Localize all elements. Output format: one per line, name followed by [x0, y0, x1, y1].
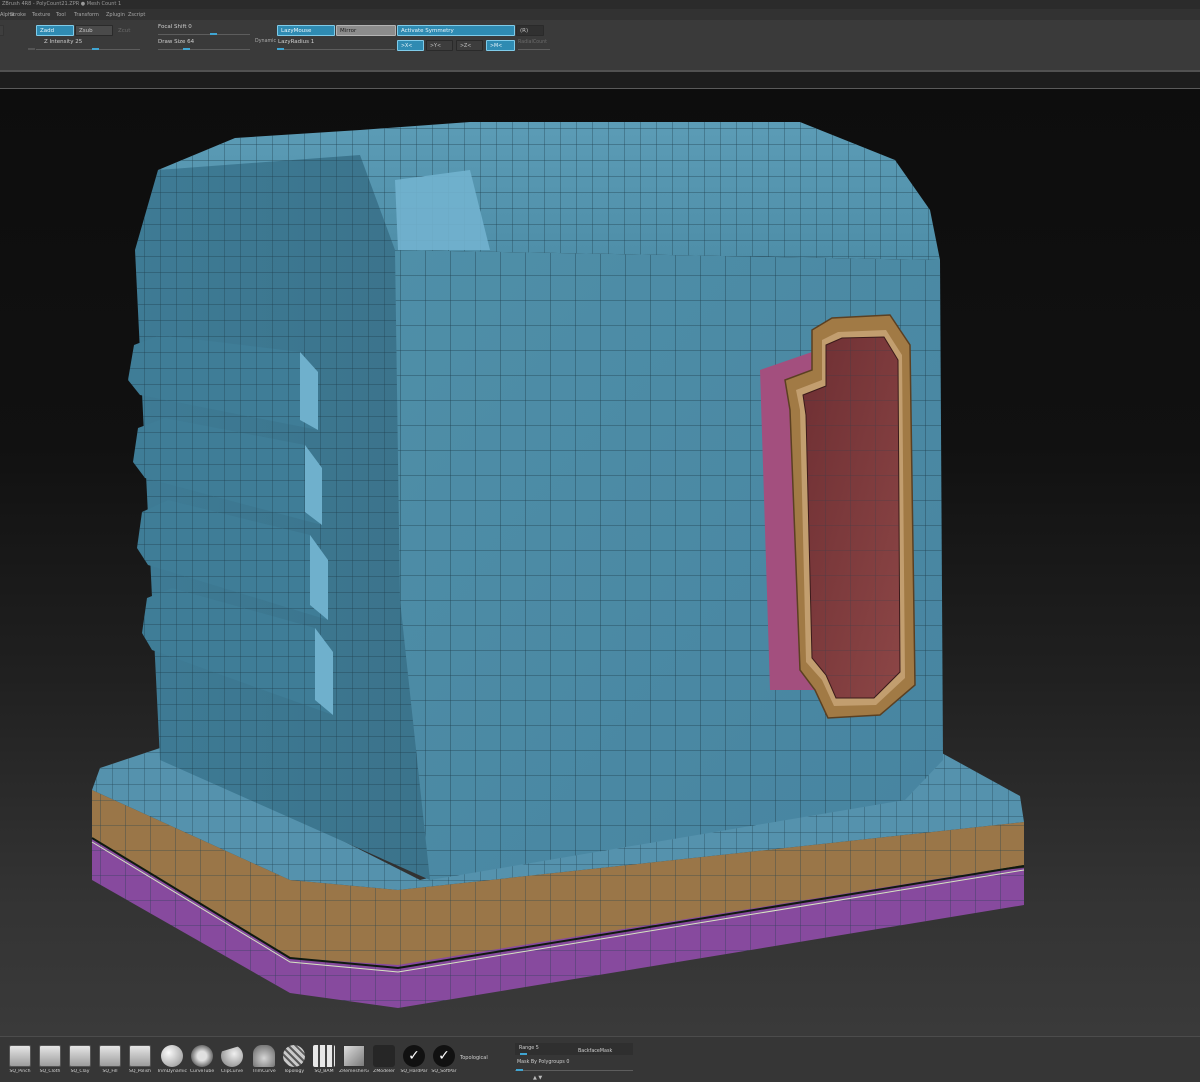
- focal-shift-knob[interactable]: [210, 33, 217, 35]
- symmetry-x-button[interactable]: >X<: [397, 40, 424, 51]
- brush-sq-polish[interactable]: SQ_Polish: [126, 1045, 154, 1079]
- lazyradius-slider[interactable]: [277, 49, 395, 50]
- brush-label: SQ_Fill: [102, 1069, 118, 1074]
- rgb-intensity-knob[interactable]: [28, 48, 35, 50]
- lazyradius-label[interactable]: LazyRadius 1: [278, 39, 314, 45]
- zcut-button[interactable]: Zcut: [114, 25, 140, 36]
- window-title: ZBrush 4R8 - PolyCount21.ZPR ● Mesh Coun…: [2, 1, 122, 7]
- brush-sq-bam[interactable]: SQ_BAM: [310, 1045, 338, 1079]
- canvas-viewport[interactable]: [0, 89, 1200, 1036]
- brush-label: SQ_HardPar: [400, 1069, 428, 1074]
- symmetry-y-button[interactable]: >Y<: [426, 40, 453, 51]
- brush-curve-tube[interactable]: CurveTube: [188, 1045, 216, 1079]
- brush-label: TrimCurve: [252, 1069, 276, 1074]
- brush-clip-curve[interactable]: ClipCurve: [218, 1045, 246, 1079]
- brush-label: SQ_Cloth: [39, 1069, 61, 1074]
- z-intensity-knob[interactable]: [92, 48, 99, 50]
- trim-curve-icon: [253, 1045, 275, 1067]
- clip-curve-icon: [221, 1045, 243, 1067]
- z-intensity-label[interactable]: Z Intensity 25: [44, 39, 82, 45]
- symmetry-m-button[interactable]: >M<: [486, 40, 515, 51]
- z-intensity-slider[interactable]: [36, 49, 140, 50]
- brush-label: ZModeler: [373, 1069, 395, 1074]
- brush-label: SQ_SoftPar: [431, 1069, 457, 1074]
- brush-trim-dynamic[interactable]: TrimDynamic: [156, 1045, 188, 1079]
- mirror-button[interactable]: Mirror: [336, 25, 396, 36]
- shelf-scroll-arrows[interactable]: ▲ ▼: [533, 1075, 542, 1081]
- menu-texture[interactable]: Texture: [32, 12, 50, 18]
- radial-count-slider[interactable]: [518, 49, 550, 50]
- brush-sq-softpar[interactable]: ✓ SQ_SoftPar: [430, 1045, 458, 1079]
- symmetry-hotkey: (R): [516, 25, 544, 36]
- draw-size-knob[interactable]: [183, 48, 190, 50]
- top-shelf: Zadd Zsub Zcut Z Intensity 25 Focal Shif…: [0, 20, 1200, 72]
- cloth-brush-icon: [39, 1045, 61, 1067]
- symmetry-z-button[interactable]: >Z<: [456, 40, 483, 51]
- brush-label: TrimDynamic: [156, 1069, 188, 1074]
- toolbar-divider: [0, 72, 1200, 89]
- brush-label: ZRemesherG: [339, 1069, 369, 1074]
- brush-sq-cloth[interactable]: SQ_Cloth: [36, 1045, 64, 1079]
- draw-size-slider[interactable]: [158, 49, 250, 50]
- menu-transform[interactable]: Transform: [74, 12, 99, 18]
- sphere-icon: [161, 1045, 183, 1067]
- mask-by-polygroups-knob[interactable]: [516, 1069, 523, 1071]
- focal-shift-label[interactable]: Focal Shift 0: [158, 24, 192, 30]
- backface-mask-toggle[interactable]: BackfaceMask: [578, 1049, 612, 1054]
- clay-brush-icon: [69, 1045, 91, 1067]
- brush-label: Topology: [283, 1069, 305, 1074]
- hard-brush-icon: ✓: [403, 1045, 425, 1067]
- topology-icon: [283, 1045, 305, 1067]
- menu-stroke[interactable]: Stroke: [10, 12, 26, 18]
- brush-label: SQ_Polish: [128, 1069, 152, 1074]
- brush-label: SQ_Pinch: [9, 1069, 31, 1074]
- bam-icon: [313, 1045, 335, 1067]
- pinch-brush-icon: [9, 1045, 31, 1067]
- brush-sq-pinch[interactable]: SQ_Pinch: [6, 1045, 34, 1079]
- brush-label: SQ_BAM: [314, 1069, 334, 1074]
- radial-count-label[interactable]: RadialCount: [518, 40, 547, 45]
- brush-sq-hardpar[interactable]: ✓ SQ_HardPar: [400, 1045, 428, 1079]
- range-slider[interactable]: Range 5: [515, 1043, 633, 1055]
- brush-trim-curve[interactable]: TrimCurve: [250, 1045, 278, 1079]
- mask-by-polygroups-label[interactable]: Mask By Polygroups 0: [517, 1060, 569, 1065]
- fill-brush-icon: [99, 1045, 121, 1067]
- zsub-button[interactable]: Zsub: [75, 25, 113, 36]
- menu-zplugin[interactable]: Zplugin: [106, 12, 125, 18]
- topological-toggle[interactable]: Topological: [460, 1055, 488, 1061]
- range-knob[interactable]: [520, 1053, 527, 1055]
- rgb-button[interactable]: [0, 25, 4, 36]
- brush-label: ClipCurve: [220, 1069, 244, 1074]
- mask-by-polygroups-slider[interactable]: [515, 1070, 633, 1071]
- dynamic-toggle[interactable]: Dynamic: [255, 39, 276, 44]
- lazyradius-knob[interactable]: [277, 48, 284, 50]
- lazymouse-button[interactable]: LazyMouse: [277, 25, 335, 36]
- cube-icon: [343, 1045, 365, 1067]
- zadd-button[interactable]: Zadd: [36, 25, 74, 36]
- brush-label: SQ_Clay: [70, 1069, 90, 1074]
- polish-brush-icon: [129, 1045, 151, 1067]
- soft-brush-icon: ✓: [433, 1045, 455, 1067]
- brush-sq-clay[interactable]: SQ_Clay: [66, 1045, 94, 1079]
- brush-label: CurveTube: [189, 1069, 215, 1074]
- bottom-shelf: SQ_Pinch SQ_Cloth SQ_Clay SQ_Fill SQ_Pol…: [0, 1036, 1200, 1082]
- brush-zremesher-guide[interactable]: ZRemesherG: [339, 1045, 369, 1079]
- brush-sq-fill[interactable]: SQ_Fill: [96, 1045, 124, 1079]
- range-label: Range 5: [519, 1046, 539, 1051]
- mesh-render[interactable]: [0, 89, 1200, 1036]
- tube-icon: [191, 1045, 213, 1067]
- activate-symmetry-button[interactable]: Activate Symmetry: [397, 25, 515, 36]
- brush-zmodeler[interactable]: ZModeler: [370, 1045, 398, 1079]
- focal-shift-slider[interactable]: [158, 34, 250, 35]
- zmodeler-icon: [373, 1045, 395, 1067]
- brush-topology[interactable]: Topology: [280, 1045, 308, 1079]
- menu-tool[interactable]: Tool: [56, 12, 66, 18]
- draw-size-label[interactable]: Draw Size 64: [158, 39, 194, 45]
- menu-zscript[interactable]: Zscript: [128, 12, 145, 18]
- door-opening: [760, 314, 916, 719]
